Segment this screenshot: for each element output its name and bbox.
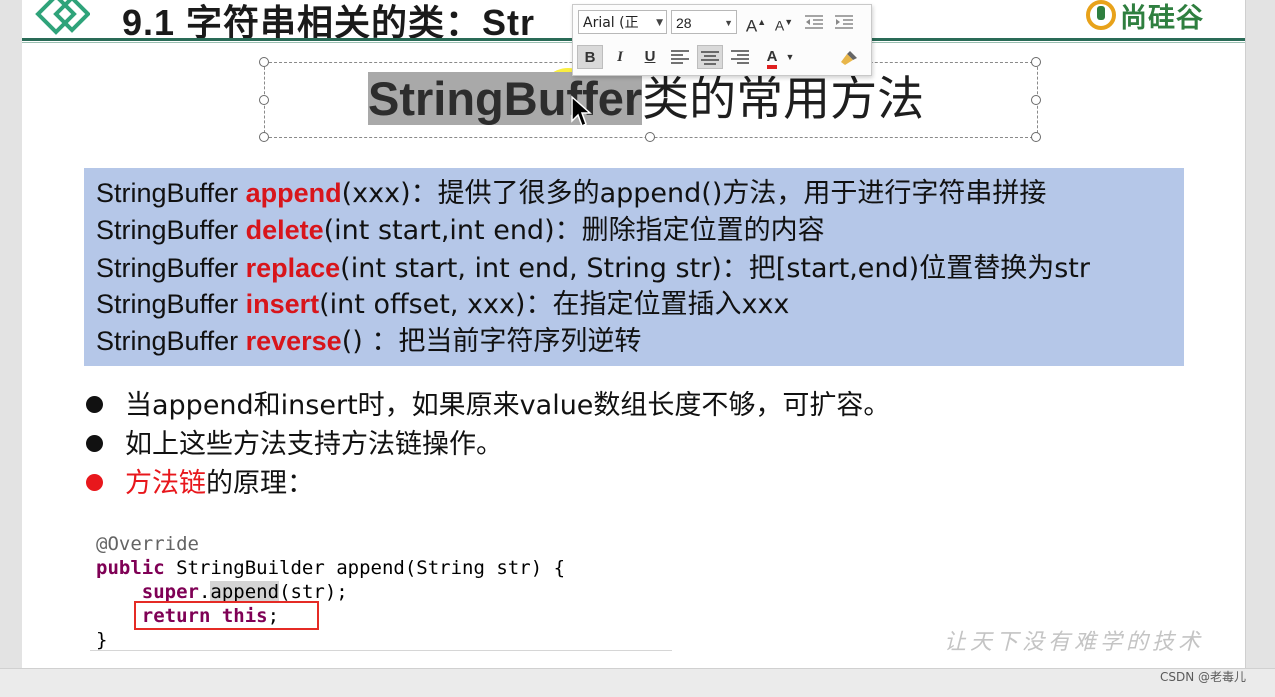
bold-button[interactable]: B (577, 45, 603, 69)
align-right-icon (731, 50, 749, 64)
slide-canvas: 9.1 字符串相关的类：Str 尚硅谷 StringBuffer类的常用方法 A… (22, 0, 1245, 668)
csdn-credit: CSDN @老毒儿 (1160, 670, 1247, 684)
method-name: append (245, 178, 342, 208)
underline-button[interactable]: U (637, 45, 663, 69)
increase-indent-icon (835, 15, 853, 29)
shrink-font-button[interactable]: A▼ (771, 10, 797, 34)
align-right-button[interactable] (727, 45, 753, 69)
method-name: replace (245, 253, 341, 283)
format-painter-icon (841, 51, 857, 65)
selected-title-text[interactable]: StringBuffer (368, 72, 643, 125)
resize-handle-bottom-right[interactable] (1031, 132, 1041, 142)
code-line: public StringBuilder append(String str) … (96, 557, 566, 579)
method-row: StringBuffer append(xxx)：提供了很多的append()方… (96, 178, 1047, 209)
left-gutter (0, 0, 23, 696)
bottom-status-strip (0, 668, 1275, 697)
align-left-button[interactable] (667, 45, 693, 69)
method-row: StringBuffer delete(int start,int end)：删… (96, 215, 825, 246)
align-center-button[interactable] (697, 45, 723, 69)
bullet-item: 当append和insert时，如果原来value数组长度不够，可扩容。 (82, 387, 890, 425)
method-name: delete (245, 215, 324, 245)
method-row: StringBuffer insert(int offset, xxx)：在指定… (96, 289, 790, 320)
bullet-dot-icon (86, 474, 103, 491)
right-scrollbar[interactable] (1245, 0, 1275, 696)
resize-handle-bottom-center[interactable] (645, 132, 655, 142)
bullet-dot-icon (86, 435, 103, 452)
align-center-icon (701, 51, 719, 65)
title-rest-text[interactable]: 类的常用方法 (642, 72, 924, 127)
resize-handle-bottom-left[interactable] (259, 132, 269, 142)
method-name: insert (245, 289, 320, 319)
method-row: StringBuffer reverse() ：把当前字符序列逆转 (96, 326, 642, 357)
brand-mark-icon (1086, 0, 1116, 30)
resize-handle-middle-right[interactable] (1031, 95, 1041, 105)
mini-format-toolbar: Arial (正 ▼ 28 ▼ A▲ A▼ B I U A ▼ (572, 4, 872, 76)
decrease-indent-icon (805, 15, 823, 29)
resize-handle-top-left[interactable] (259, 57, 269, 67)
bullet-item: 如上这些方法支持方法链操作。 (82, 426, 503, 464)
diamond-logo-icon (35, 0, 90, 35)
bullet-dot-icon (86, 396, 103, 413)
method-row: StringBuffer replace(int start, int end,… (96, 253, 1090, 284)
font-size-dropdown[interactable]: 28 ▼ (671, 10, 737, 34)
code-line: @Override (96, 533, 199, 555)
chevron-down-icon: ▼ (724, 18, 733, 28)
slogan-watermark: 让天下没有难学的技术 (944, 630, 1205, 655)
method-name: reverse (245, 326, 342, 356)
decrease-indent-button[interactable] (801, 10, 827, 34)
font-color-dropdown[interactable]: ▼ (783, 45, 797, 69)
font-color-button[interactable]: A (759, 45, 785, 69)
brand-name: 尚硅谷 (1120, 2, 1204, 34)
highlight-text: 方法链 (125, 468, 206, 499)
methods-box: StringBuffer append(xxx)：提供了很多的append()方… (84, 168, 1184, 366)
italic-button[interactable]: I (607, 45, 633, 69)
chevron-down-icon: ▼ (656, 18, 663, 28)
slide-title[interactable]: StringBuffer类的常用方法 (368, 70, 924, 128)
font-name-dropdown[interactable]: Arial (正 ▼ (578, 10, 667, 34)
resize-handle-middle-left[interactable] (259, 95, 269, 105)
grow-font-button[interactable]: A▲ (743, 10, 769, 36)
code-snippet: @Override public StringBuilder append(St… (90, 530, 672, 651)
format-painter-button[interactable] (835, 45, 861, 69)
resize-handle-top-right[interactable] (1031, 57, 1041, 67)
increase-indent-button[interactable] (831, 10, 857, 34)
brand-logo: 尚硅谷 (1086, 0, 1204, 34)
bullet-item: 方法链的原理： (82, 465, 314, 503)
align-left-icon (671, 50, 689, 64)
return-this-highlight-box (134, 601, 319, 630)
mouse-pointer-icon (571, 95, 592, 128)
code-line: } (96, 629, 108, 651)
